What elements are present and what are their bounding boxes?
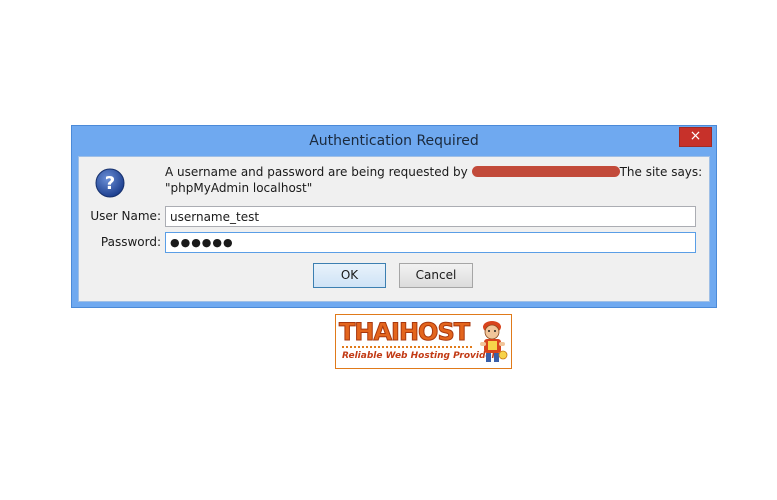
dialog-title: Authentication Required xyxy=(309,133,479,149)
title-bar[interactable]: Authentication Required × xyxy=(72,126,716,156)
thaihost-logo: THAIHOST Reliable Web Hosting Provider xyxy=(335,314,512,369)
dialog-body: ? A username and password are being requ… xyxy=(78,156,710,302)
username-label: User Name: xyxy=(90,209,161,223)
message-suffix: The site says: xyxy=(619,165,703,179)
site-realm: "phpMyAdmin localhost" xyxy=(165,181,313,195)
auth-message: A username and password are being reques… xyxy=(165,164,705,196)
close-icon: × xyxy=(689,128,702,144)
auth-dialog: Authentication Required × ? A username a… xyxy=(71,125,717,308)
redacted-site-address xyxy=(471,166,620,177)
password-label: Password: xyxy=(100,235,161,249)
svg-text:?: ? xyxy=(105,173,115,194)
password-field[interactable] xyxy=(165,232,696,253)
logo-wordmark: THAIHOST xyxy=(338,318,470,347)
username-field[interactable] xyxy=(165,206,696,227)
mascot-icon xyxy=(480,321,508,362)
logo-tagline: Reliable Web Hosting Provider xyxy=(342,351,496,361)
message-prefix: A username and password are being reques… xyxy=(165,165,468,179)
question-icon: ? xyxy=(95,168,125,198)
ok-button[interactable]: OK xyxy=(313,263,386,288)
close-button[interactable]: × xyxy=(679,127,712,147)
cancel-button[interactable]: Cancel xyxy=(399,263,473,288)
